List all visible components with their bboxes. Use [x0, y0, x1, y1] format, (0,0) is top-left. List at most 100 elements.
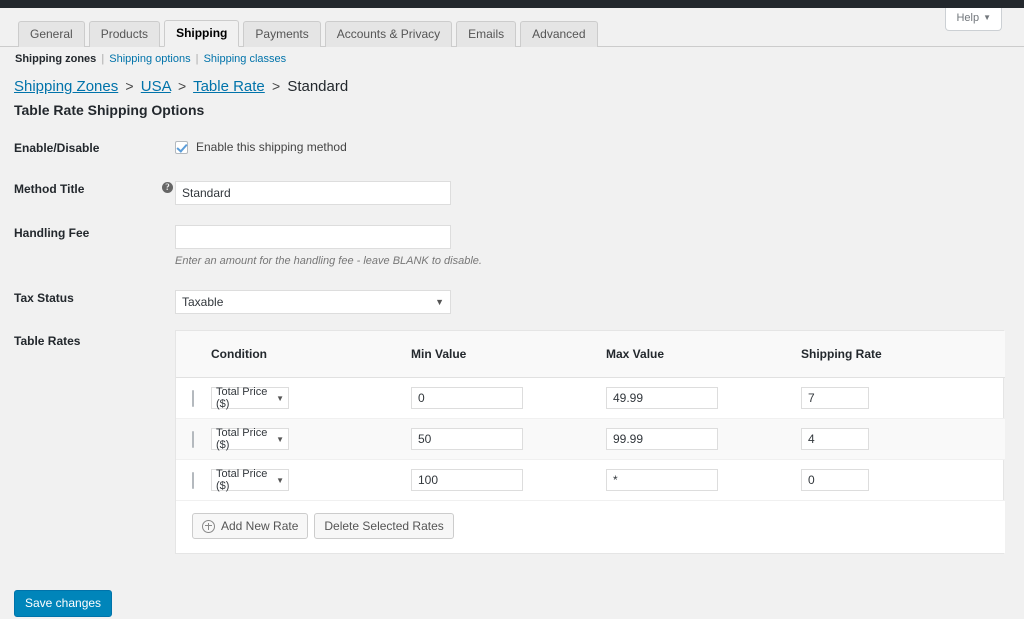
row-select-checkbox[interactable] [192, 471, 194, 489]
table-header-shipping-rate: Shipping Rate [801, 331, 1005, 378]
table-rates-label: Table Rates [14, 334, 81, 348]
delete-selected-rates-label: Delete Selected Rates [324, 519, 444, 533]
table-header-condition: Condition [211, 331, 411, 378]
row-max-cell [606, 377, 801, 419]
settings-tab-list: General Products Shipping Payments Accou… [18, 19, 602, 47]
max-value-input[interactable] [606, 469, 718, 491]
row-condition-cell: Total Price ($) ▼ [211, 459, 411, 501]
row-rate-cell [801, 418, 1005, 460]
table-header-row: Condition Min Value Max Value Shipping R… [176, 331, 1005, 378]
help-tip-icon[interactable]: ? [162, 182, 173, 193]
row-select-cell [176, 377, 211, 419]
table-header-min-value: Min Value [411, 331, 606, 378]
row-min-cell [411, 377, 606, 419]
subnav-separator-1: | [101, 53, 105, 65]
enable-disable-field: Enable this shipping method [175, 140, 347, 155]
breadcrumb-link-usa[interactable]: USA [141, 78, 171, 95]
table-rates-table: Condition Min Value Max Value Shipping R… [176, 331, 1005, 553]
tab-products[interactable]: Products [88, 21, 161, 47]
row-condition-cell: Total Price ($) ▼ [211, 377, 411, 419]
condition-select[interactable]: Total Price ($) ▼ [211, 468, 289, 492]
breadcrumb-current-standard: Standard [287, 78, 349, 95]
table-footer-row: Add New Rate Delete Selected Rates [176, 500, 1005, 553]
max-value-input[interactable] [606, 428, 718, 450]
row-min-cell [411, 418, 606, 460]
table-rates-panel: Condition Min Value Max Value Shipping R… [175, 330, 1005, 554]
breadcrumb-separator-2: > [177, 78, 187, 94]
page-title: Table Rate Shipping Options [14, 102, 205, 118]
tab-shipping[interactable]: Shipping [164, 20, 240, 47]
chevron-down-icon: ▼ [276, 434, 284, 444]
shipping-subnav: Shipping zones | Shipping options | Ship… [15, 52, 286, 67]
condition-selected-value: Total Price ($) [216, 468, 268, 492]
handling-fee-description: Enter an amount for the handling fee - l… [175, 255, 482, 267]
tab-accounts-privacy[interactable]: Accounts & Privacy [324, 21, 453, 47]
table-actions-cell: Add New Rate Delete Selected Rates [176, 500, 1005, 553]
table-header-select [176, 331, 211, 378]
condition-selected-value: Total Price ($) [216, 427, 268, 451]
row-min-cell [411, 459, 606, 501]
condition-select[interactable]: Total Price ($) ▼ [211, 427, 289, 451]
row-rate-cell [801, 459, 1005, 501]
tab-general[interactable]: General [18, 21, 85, 47]
row-select-checkbox[interactable] [192, 430, 194, 448]
admin-bar [0, 0, 1024, 8]
add-new-rate-button[interactable]: Add New Rate [192, 513, 309, 539]
settings-tab-bar: General Products Shipping Payments Accou… [0, 19, 1024, 47]
shipping-rate-input[interactable] [801, 469, 869, 491]
tab-advanced[interactable]: Advanced [520, 21, 598, 47]
min-value-input[interactable] [411, 428, 523, 450]
tax-status-selected-value: Taxable [182, 295, 224, 309]
condition-select[interactable]: Total Price ($) ▼ [211, 386, 289, 410]
handling-fee-field: Enter an amount for the handling fee - l… [175, 225, 482, 269]
row-condition-cell: Total Price ($) ▼ [211, 418, 411, 460]
row-select-cell [176, 459, 211, 501]
add-new-rate-label: Add New Rate [221, 519, 299, 533]
row-select-cell [176, 418, 211, 460]
handling-fee-label: Handling Fee [14, 226, 90, 240]
method-title-label: Method Title [14, 182, 85, 196]
row-select-checkbox[interactable] [192, 389, 194, 407]
tab-payments[interactable]: Payments [243, 21, 321, 47]
tax-status-field: Taxable ▼ [175, 290, 451, 314]
handling-fee-input[interactable] [175, 225, 451, 249]
row-max-cell [606, 418, 801, 460]
subnav-item-shipping-zones[interactable]: Shipping zones [15, 53, 96, 65]
breadcrumb-separator-1: > [125, 78, 134, 94]
method-title-field [175, 181, 451, 205]
min-value-input[interactable] [411, 387, 523, 409]
table-row: Total Price ($) ▼ [176, 418, 1005, 460]
shipping-rate-input[interactable] [801, 387, 869, 409]
condition-selected-value: Total Price ($) [216, 386, 268, 410]
row-rate-cell [801, 377, 1005, 419]
table-header-max-value: Max Value [606, 331, 801, 378]
table-action-buttons: Add New Rate Delete Selected Rates [176, 513, 1005, 539]
table-body: Total Price ($) ▼ 0 49.99 7 Total Price … [176, 377, 1005, 553]
breadcrumb-link-shipping-zones[interactable]: Shipping Zones [14, 78, 118, 95]
enable-shipping-method-label: Enable this shipping method [196, 140, 347, 154]
tab-emails[interactable]: Emails [456, 21, 517, 47]
enable-disable-label: Enable/Disable [14, 141, 100, 155]
table-row: Total Price ($) ▼ [176, 377, 1005, 419]
chevron-down-icon: ▼ [276, 393, 284, 403]
chevron-down-icon: ▼ [276, 475, 284, 485]
table-row: Total Price ($) ▼ [176, 459, 1005, 501]
subnav-item-shipping-options[interactable]: Shipping options [109, 53, 190, 65]
row-max-cell [606, 459, 801, 501]
chevron-down-icon: ▼ [983, 13, 991, 22]
min-value-input[interactable] [411, 469, 523, 491]
enable-shipping-method-checkbox[interactable] [175, 141, 188, 154]
breadcrumb-separator-3: > [271, 78, 281, 94]
shipping-rate-input[interactable] [801, 428, 869, 450]
breadcrumb-link-table-rate[interactable]: Table Rate [193, 78, 265, 95]
save-changes-button[interactable]: Save changes [14, 590, 113, 617]
tax-status-select[interactable]: Taxable ▼ [175, 290, 451, 314]
chevron-down-icon: ▼ [435, 297, 444, 307]
method-title-input[interactable] [175, 181, 451, 205]
delete-selected-rates-button[interactable]: Delete Selected Rates [314, 513, 454, 539]
tax-status-label: Tax Status [14, 291, 74, 305]
max-value-input[interactable] [606, 387, 718, 409]
breadcrumb: Shipping Zones > USA > Table Rate > Stan… [14, 76, 348, 97]
subnav-item-shipping-classes[interactable]: Shipping classes [204, 53, 287, 65]
subnav-separator-2: | [195, 53, 199, 65]
